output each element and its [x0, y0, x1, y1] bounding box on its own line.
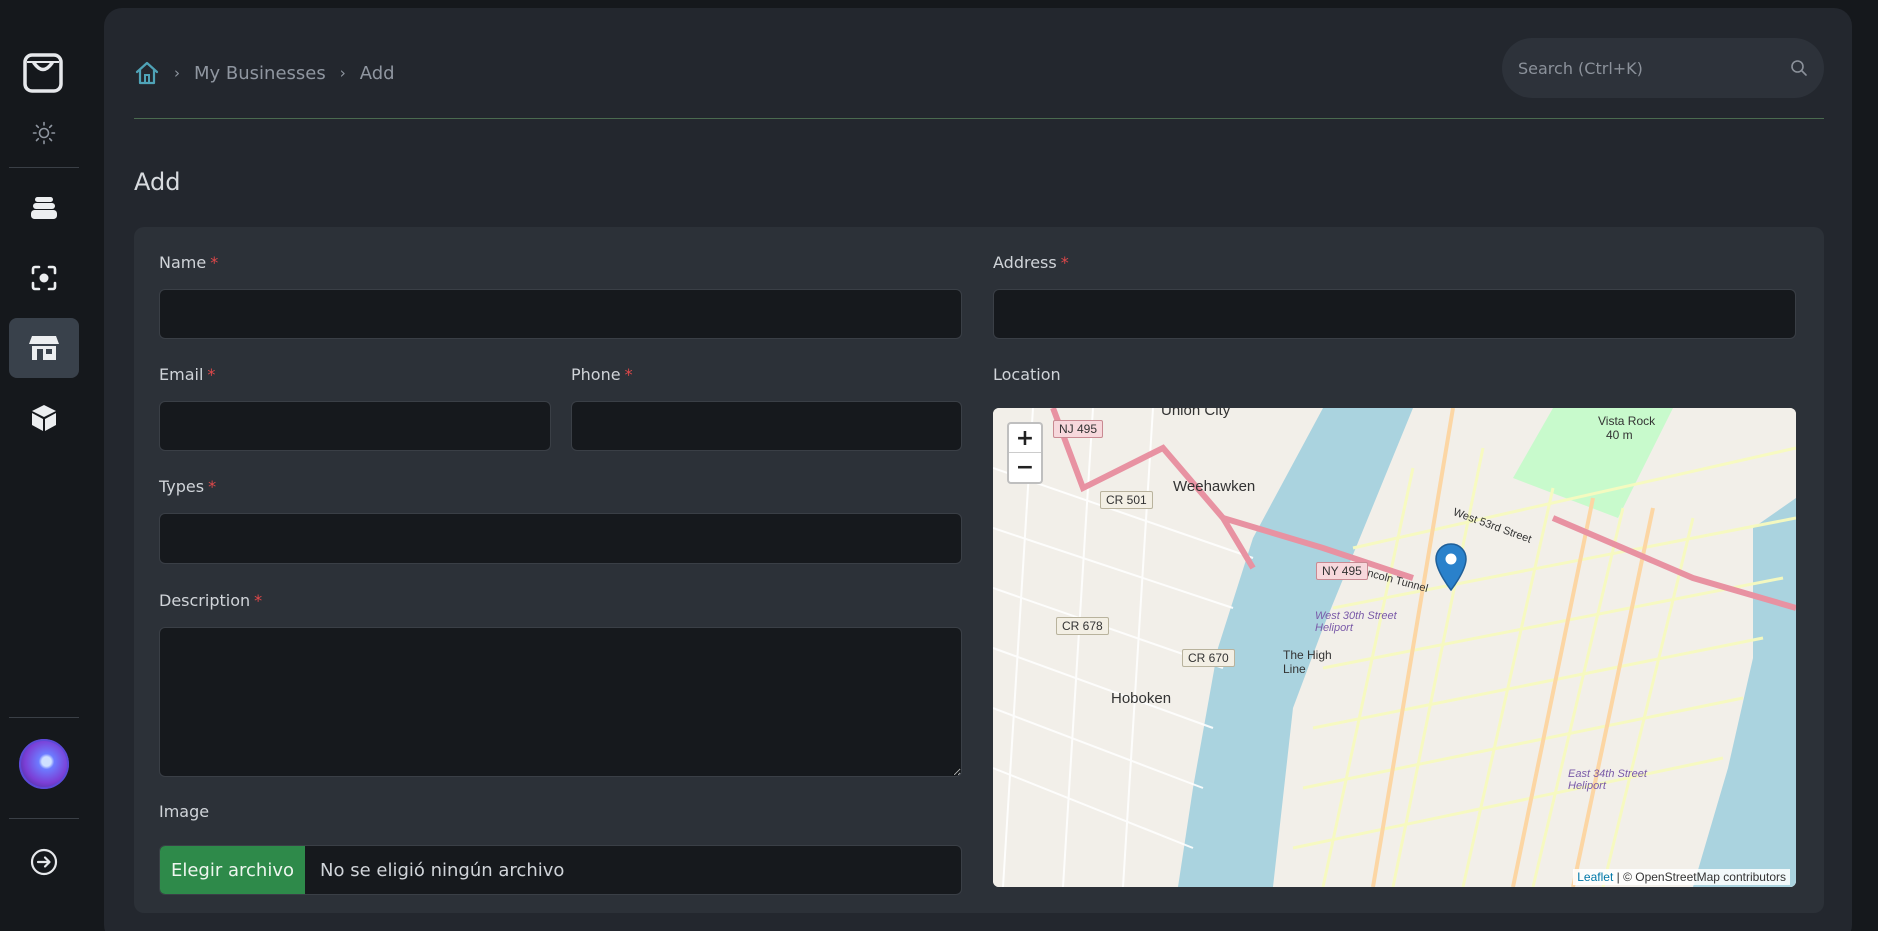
map-label-vista-rock: Vista Rock	[1598, 414, 1656, 428]
map-label-heliport-30: West 30th Street Heliport	[1315, 610, 1397, 634]
email-label: Email *	[159, 365, 216, 384]
map-shield-ny495: NY 495	[1316, 562, 1368, 580]
map-shield-cr670: CR 670	[1182, 649, 1235, 667]
name-input[interactable]	[159, 289, 962, 339]
sidebar-divider	[9, 717, 79, 718]
description-label: Description *	[159, 591, 263, 610]
zoom-in-button[interactable]: +	[1009, 424, 1041, 453]
add-business-form: Name * Address * Email * Phone * Location Ty…	[134, 227, 1824, 913]
map-label-hoboken: Hoboken	[1111, 690, 1172, 707]
image-file-input[interactable]: Elegir archivo No se eligió ningún archi…	[159, 845, 962, 895]
box-icon	[32, 405, 56, 431]
map-shield-cr678: CR 678	[1056, 617, 1109, 635]
map-tiles	[993, 408, 1796, 887]
map-label-high-line: The High Line	[1283, 648, 1332, 676]
store-icon	[29, 336, 59, 360]
map-zoom-control: + −	[1007, 422, 1043, 484]
map-marker-icon[interactable]	[1435, 543, 1467, 591]
sidebar	[0, 0, 90, 931]
sidebar-item-businesses[interactable]	[9, 318, 79, 378]
name-label: Name *	[159, 253, 219, 272]
address-input[interactable]	[993, 289, 1796, 339]
map-label-heliport-34: East 34th Street Heliport	[1568, 768, 1647, 792]
description-textarea[interactable]	[159, 627, 962, 777]
types-input[interactable]	[159, 513, 962, 564]
sidebar-item-products[interactable]	[9, 388, 79, 448]
map-label-weehawken: Weehawken	[1173, 478, 1256, 495]
leaflet-link[interactable]: Leaflet	[1577, 870, 1613, 884]
sidebar-divider	[9, 167, 79, 168]
location-label: Location	[993, 365, 1061, 384]
scan-focus-icon	[31, 265, 57, 291]
address-label: Address *	[993, 253, 1069, 272]
types-label: Types *	[159, 477, 217, 496]
phone-input[interactable]	[571, 401, 962, 451]
chevron-right-icon: ›	[174, 64, 180, 82]
page-title: Add	[134, 168, 181, 196]
zoom-out-button[interactable]: −	[1009, 453, 1041, 482]
shopping-bag-icon[interactable]	[22, 50, 64, 94]
breadcrumb-my-businesses[interactable]: My Businesses	[194, 63, 326, 84]
file-status: No se eligió ningún archivo	[320, 859, 565, 881]
search-icon[interactable]	[1790, 59, 1808, 77]
map-label-union-city: Union City	[1161, 408, 1231, 419]
main-panel: › My Businesses › Add Add Name* Address*…	[104, 8, 1852, 931]
sun-icon[interactable]	[32, 121, 56, 145]
home-icon[interactable]	[134, 60, 160, 86]
phone-label: Phone *	[571, 365, 633, 384]
avatar[interactable]	[19, 739, 69, 789]
choose-file-button[interactable]: Elegir archivo	[160, 846, 305, 894]
header-divider	[134, 118, 1824, 119]
sidebar-divider	[9, 818, 79, 819]
sidebar-item-scan[interactable]	[9, 248, 79, 308]
search-box	[1502, 38, 1824, 98]
image-label: Image	[159, 802, 210, 821]
logout-icon[interactable]	[28, 846, 60, 878]
location-map[interactable]: Union City Weehawken Hoboken The High Li…	[993, 408, 1796, 887]
map-shield-cr501: CR 501	[1100, 491, 1153, 509]
map-attribution: Leaflet | © OpenStreetMap contributors	[1573, 869, 1790, 885]
layers-icon	[31, 197, 57, 219]
search-input[interactable]	[1518, 58, 1790, 78]
email-input[interactable]	[159, 401, 551, 451]
map-label-vista-rock-elevation: 40 m	[1606, 428, 1633, 442]
breadcrumb-current: Add	[359, 62, 395, 84]
breadcrumb: › My Businesses › Add	[134, 56, 395, 90]
map-shield-nj495: NJ 495	[1053, 420, 1104, 438]
sidebar-item-layers[interactable]	[9, 178, 79, 238]
chevron-right-icon: ›	[339, 64, 346, 82]
